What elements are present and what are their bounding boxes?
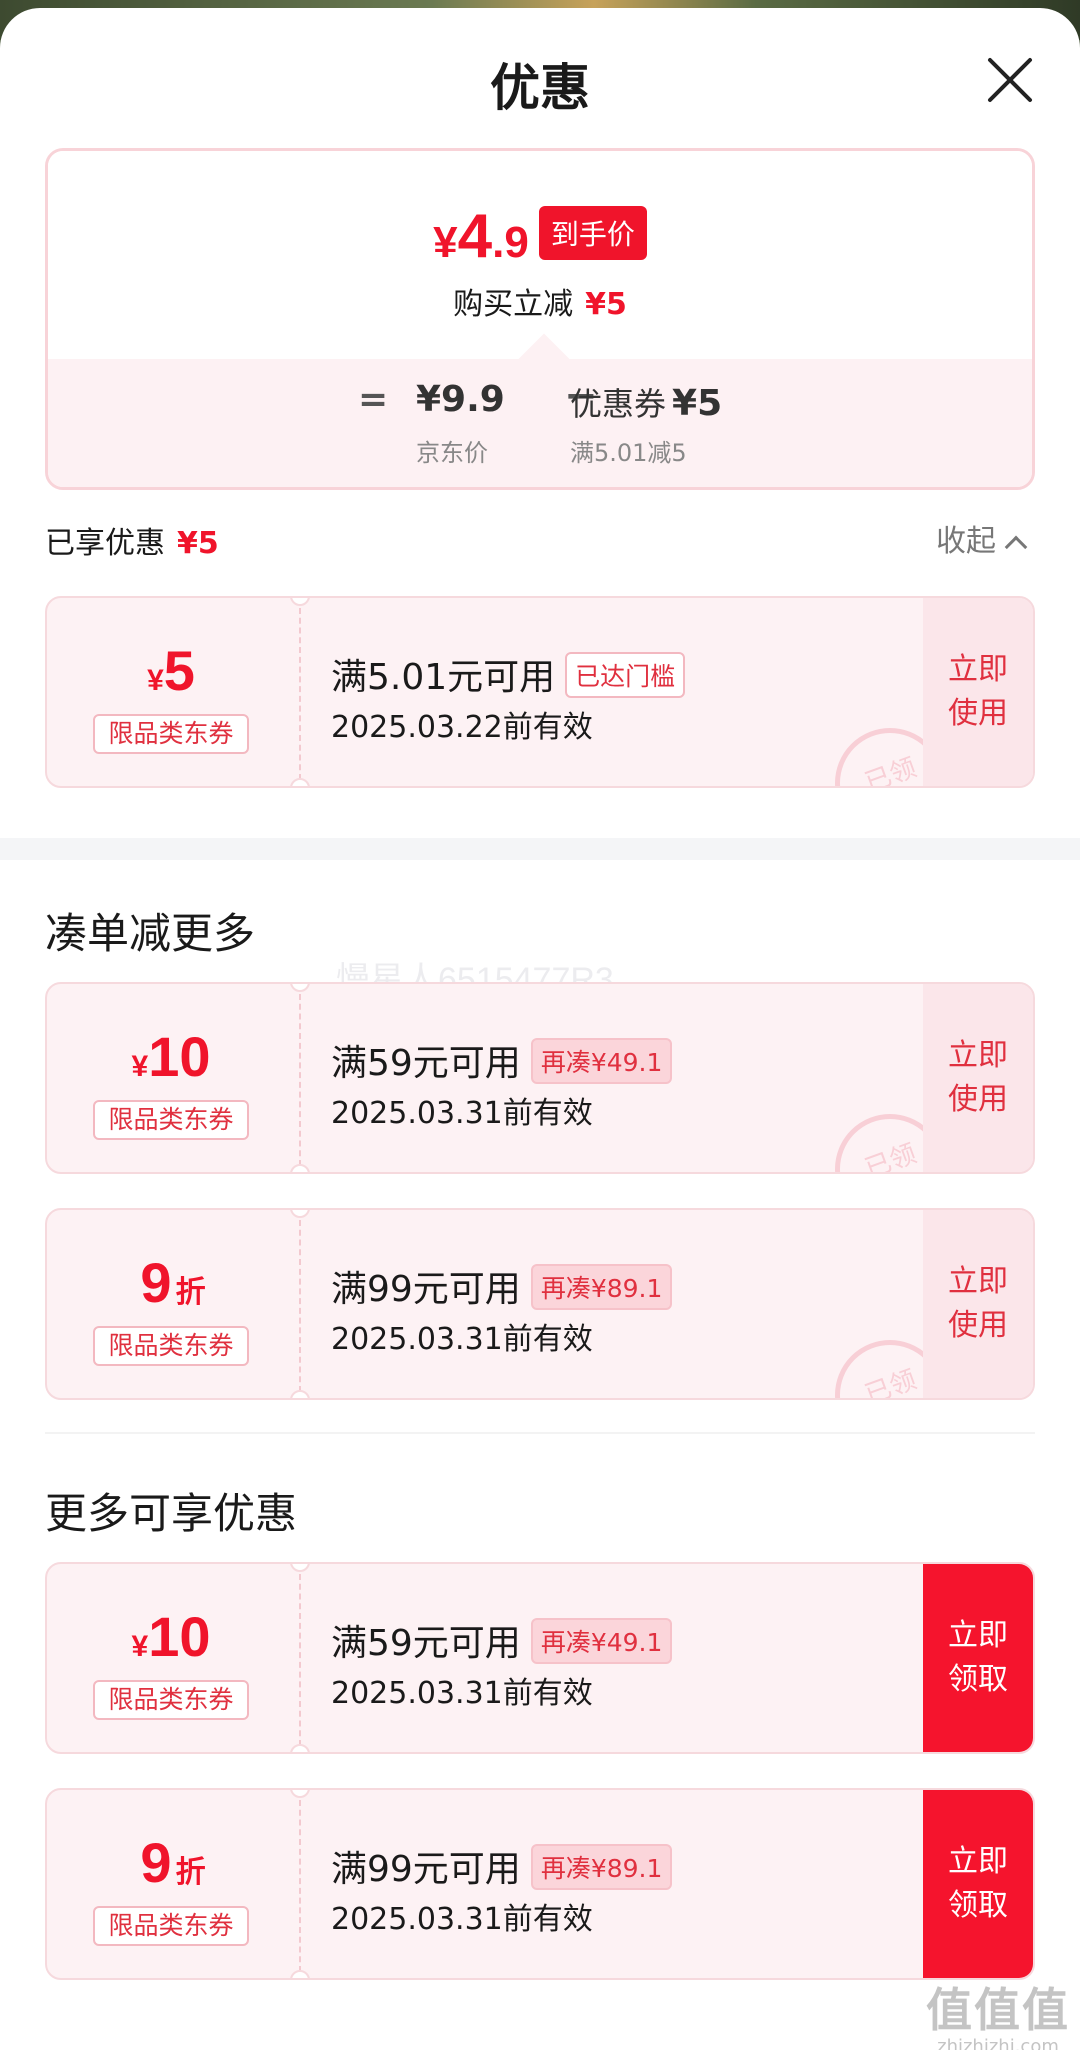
coupon-amount: ¥10 bbox=[131, 1025, 211, 1088]
coupon-gap-badge: 再凑¥89.1 bbox=[530, 1264, 673, 1310]
section-title-more: 更多可享优惠 bbox=[45, 1489, 298, 1538]
coupon-notch bbox=[290, 1744, 310, 1752]
coupon-amount: 9折 bbox=[140, 1251, 206, 1314]
coupon-card: 9折 限品类东券 满99元可用 再凑¥89.1 2025.03.31前有效 立即 … bbox=[45, 1788, 1035, 1980]
coupon-amount: ¥10 bbox=[131, 1605, 211, 1668]
coupon-notch bbox=[290, 778, 310, 786]
coupon-condition: 满99元可用 再凑¥89.1 bbox=[331, 1840, 673, 1894]
coupon-value: 9折 限品类东券 bbox=[47, 1210, 299, 1398]
coupon-threshold-badge: 已达门槛 bbox=[565, 652, 686, 698]
coupon-perforation bbox=[299, 1574, 301, 1746]
coupon-perforation bbox=[299, 1220, 301, 1392]
coupon-amount: ¥5 bbox=[147, 639, 195, 702]
coupon-perforation bbox=[299, 608, 301, 780]
coupon-card: ¥5 限品类东券 满5.01元可用 已达门槛 2025.03.22前有效 已领 立… bbox=[45, 596, 1035, 788]
coupon-validity: 2025.03.31前有效 bbox=[331, 1322, 593, 1357]
coupon-rule: 满5.01减5 bbox=[570, 439, 687, 467]
close-icon bbox=[988, 58, 1032, 102]
coupon-card: 9折 限品类东券 满99元可用 再凑¥89.1 2025.03.31前有效 已领 … bbox=[45, 1208, 1035, 1400]
coupon-condition: 满99元可用 再凑¥89.1 bbox=[331, 1260, 673, 1314]
coupon-category-tag: 限品类东券 bbox=[93, 1906, 249, 1946]
final-price-tag: 到手价 bbox=[538, 205, 647, 260]
coupon-notch bbox=[290, 1970, 310, 1978]
coupon-deduction: 优惠券 ¥5 bbox=[570, 383, 723, 424]
coupon-validity: 2025.03.31前有效 bbox=[331, 1676, 593, 1711]
coupon-gap-badge: 再凑¥89.1 bbox=[530, 1844, 673, 1890]
coupon-condition: 满5.01元可用 已达门槛 bbox=[331, 648, 686, 702]
coupon-condition: 满59元可用 再凑¥49.1 bbox=[331, 1034, 673, 1088]
coupon-notch bbox=[290, 1164, 310, 1172]
coupon-value: 9折 限品类东券 bbox=[47, 1790, 299, 1978]
coupon-value: ¥10 限品类东券 bbox=[47, 1564, 299, 1752]
coupon-card: ¥10 限品类东券 满59元可用 再凑¥49.1 2025.03.31前有效 立即… bbox=[45, 1562, 1035, 1754]
coupon-value: ¥5 限品类东券 bbox=[47, 598, 299, 786]
sheet-header: 优惠 bbox=[0, 8, 1080, 148]
coupon-perforation bbox=[299, 994, 301, 1166]
section-title-combine: 凑单减更多 bbox=[45, 909, 256, 958]
claim-now-button[interactable]: 立即 领取 bbox=[923, 1790, 1033, 1978]
use-now-button[interactable]: 立即 使用 bbox=[923, 984, 1033, 1172]
close-button[interactable] bbox=[982, 52, 1038, 108]
equals-sign: = bbox=[358, 379, 389, 420]
reduce-label: 购买立减 bbox=[453, 287, 574, 322]
claim-now-button[interactable]: 立即 领取 bbox=[923, 1564, 1033, 1752]
use-now-button[interactable]: 立即 使用 bbox=[923, 1210, 1033, 1398]
coupon-gap-badge: 再凑¥49.1 bbox=[530, 1618, 673, 1664]
coupon-validity: 2025.03.31前有效 bbox=[331, 1902, 593, 1937]
coupon-perforation bbox=[299, 1800, 301, 1972]
coupon-value: ¥10 限品类东券 bbox=[47, 984, 299, 1172]
chevron-up-icon bbox=[1004, 535, 1028, 559]
reduce-amount: ¥5 bbox=[585, 287, 627, 322]
coupon-validity: 2025.03.31前有效 bbox=[331, 1096, 593, 1131]
coupon-amount: 9折 bbox=[140, 1831, 206, 1894]
coupon-condition: 满59元可用 再凑¥49.1 bbox=[331, 1614, 673, 1668]
purchase-reduce-row: 购买立减 ¥5 bbox=[48, 279, 1032, 323]
sheet-title: 优惠 bbox=[490, 59, 590, 117]
coupon-gap-badge: 再凑¥49.1 bbox=[530, 1038, 673, 1084]
coupon-validity: 2025.03.22前有效 bbox=[331, 710, 593, 745]
section-divider bbox=[0, 838, 1080, 860]
coupon-category-tag: 限品类东券 bbox=[93, 1326, 249, 1366]
coupon-notch bbox=[290, 1390, 310, 1398]
final-price: ¥4.9 bbox=[433, 202, 529, 271]
coupon-category-tag: 限品类东券 bbox=[93, 1100, 249, 1140]
collapse-button[interactable]: 收起 bbox=[936, 516, 1028, 560]
price-summary-card: ¥4.9 到手价 购买立减 ¥5 = ¥9.9 京东价 − 优惠券 ¥5 满5.01减… bbox=[45, 148, 1035, 490]
use-now-button[interactable]: 立即 使用 bbox=[923, 598, 1033, 786]
final-price-row: ¥4.9 到手价 bbox=[48, 201, 1032, 272]
discount-sheet: 优惠 ¥4.9 到手价 购买立减 ¥5 = ¥9.9 京东价 − 优惠券 ¥5 满5.… bbox=[0, 8, 1080, 2050]
site-watermark: 值值值 zhizhizhi.com bbox=[926, 1983, 1070, 2050]
enjoyed-discount-label: 已享优惠 ¥5 bbox=[45, 526, 219, 561]
jd-price: ¥9.9 bbox=[416, 379, 505, 420]
section-divider-line bbox=[45, 1432, 1035, 1434]
coupon-card: ¥10 限品类东券 满59元可用 再凑¥49.1 2025.03.31前有效 已领… bbox=[45, 982, 1035, 1174]
coupon-category-tag: 限品类东券 bbox=[93, 1680, 249, 1720]
jd-price-label: 京东价 bbox=[416, 439, 488, 467]
coupon-category-tag: 限品类东券 bbox=[93, 714, 249, 754]
